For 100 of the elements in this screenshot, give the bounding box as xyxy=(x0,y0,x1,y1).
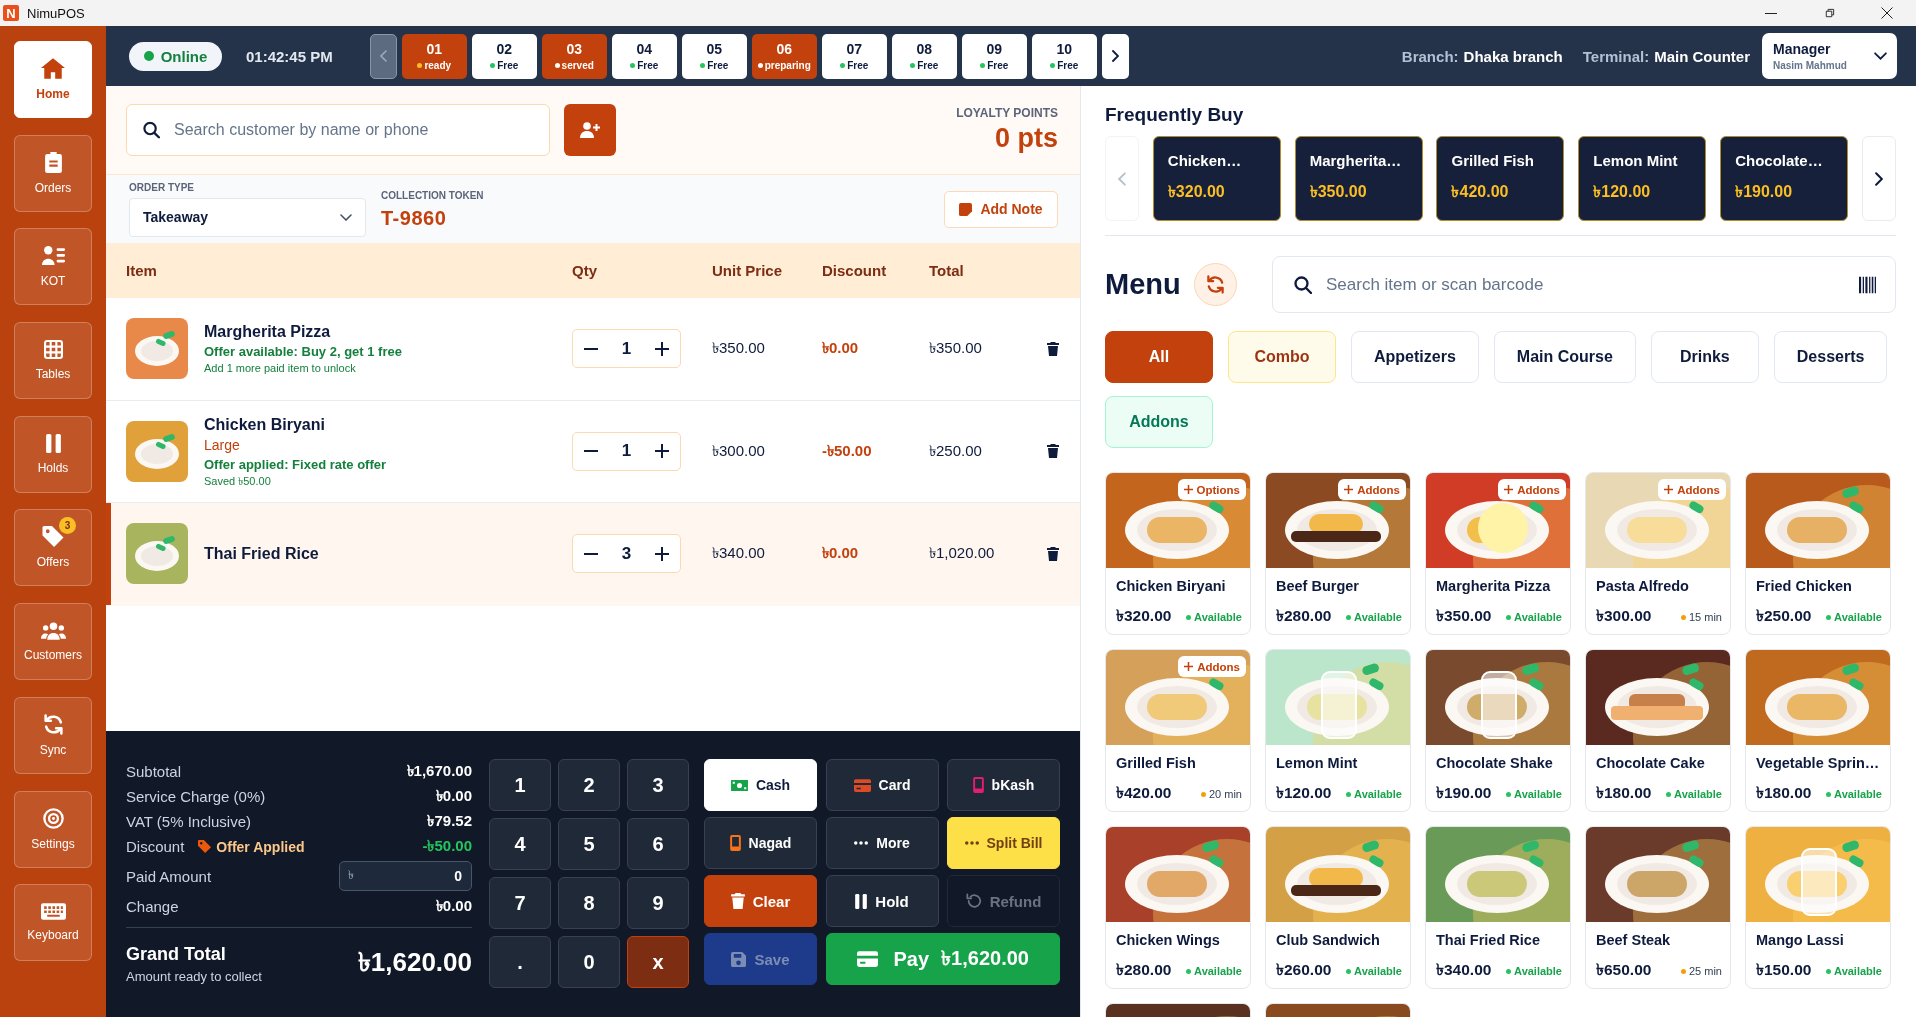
refresh-button[interactable] xyxy=(1193,263,1237,306)
table-tile[interactable]: 06 preparing xyxy=(751,33,817,79)
table-tile[interactable]: 10 Free xyxy=(1031,33,1097,79)
category-chip[interactable]: Main Course xyxy=(1493,331,1636,383)
product-card[interactable]: Fried Chicken ৳250.00 Available xyxy=(1745,472,1891,635)
keypad-key[interactable]: 4 xyxy=(489,818,551,870)
nav-item[interactable]: Orders xyxy=(14,134,92,212)
keypad-key[interactable]: 0 xyxy=(558,936,620,988)
keypad-key[interactable]: 9 xyxy=(627,877,689,929)
product-card[interactable]: Chicken Wings ৳280.00 Available xyxy=(1105,826,1251,989)
product-card[interactable]: Club Sandwich ৳260.00 Available xyxy=(1265,826,1411,989)
delete-key[interactable]: x xyxy=(627,936,689,988)
options-button[interactable]: Options xyxy=(1177,479,1246,500)
product-card[interactable]: Chocolate Shake ৳190.00 Available xyxy=(1425,649,1571,812)
delete-button[interactable] xyxy=(1046,340,1060,357)
scroll-right-button[interactable] xyxy=(1101,33,1129,79)
product-card[interactable]: Thai Fried Rice ৳340.00 Available xyxy=(1425,826,1571,989)
options-button[interactable]: Addons xyxy=(1658,479,1726,500)
nav-item[interactable]: 3 Offers xyxy=(14,509,92,587)
product-card[interactable]: Mango Lassi ৳150.00 Available xyxy=(1745,826,1891,989)
table-tile[interactable]: 07 Free xyxy=(821,33,887,79)
order-row[interactable]: Thai Fried Rice 3 ৳340.00 ৳0.00 ৳1,020.00 xyxy=(106,503,1080,606)
grand-total-note: Amount ready to collect xyxy=(126,969,262,984)
nav-item[interactable]: Holds xyxy=(14,415,92,493)
table-tile[interactable]: 04 Free xyxy=(611,33,677,79)
nav-item[interactable]: Home xyxy=(14,41,92,118)
product-price: ৳320.00 xyxy=(1116,606,1172,626)
menu-search-field[interactable]: Search item or scan barcode xyxy=(1272,256,1896,313)
cash-button[interactable]: Cash xyxy=(704,759,817,811)
table-tile[interactable]: 05 Free xyxy=(681,33,747,79)
mobile-button[interactable]: Nagad xyxy=(704,817,817,869)
keypad-key[interactable]: 3 xyxy=(627,759,689,811)
customer-search-field[interactable]: Search customer by name or phone xyxy=(126,104,550,156)
product-card[interactable]: Chocolate Cake ৳180.00 Available xyxy=(1585,649,1731,812)
users-icon xyxy=(40,621,66,640)
mobile-button[interactable]: bKash xyxy=(947,759,1060,811)
table-tile[interactable]: 02 Free xyxy=(471,33,537,79)
table-tile[interactable]: 01 ready xyxy=(401,33,467,79)
product-card[interactable]: Addons Grilled Fish ৳420.00 20 min xyxy=(1105,649,1251,812)
app-logo: N xyxy=(3,5,19,21)
order-type-select[interactable]: Takeaway xyxy=(129,197,366,237)
frequent-item-card[interactable]: Chicken… ৳320.00 xyxy=(1152,136,1281,221)
clear-button[interactable]: Clear xyxy=(704,875,817,927)
nav-item[interactable]: Tables xyxy=(14,322,92,400)
category-chip[interactable]: Appetizers xyxy=(1351,331,1479,383)
nav-item[interactable]: Sync xyxy=(14,696,92,774)
home-icon xyxy=(41,58,65,79)
add-customer-button[interactable] xyxy=(564,104,616,156)
keypad-key[interactable]: 2 xyxy=(558,759,620,811)
keypad-key[interactable]: 8 xyxy=(558,877,620,929)
nav-item[interactable]: KOT xyxy=(14,228,92,306)
trash-icon xyxy=(1047,444,1059,459)
category-chip[interactable]: Drinks xyxy=(1650,331,1759,383)
table-tile[interactable]: 08 Free xyxy=(891,33,957,79)
product-card[interactable]: Beef Steak ৳650.00 25 min xyxy=(1585,826,1731,989)
section-title: Frequently Buy xyxy=(1105,104,1245,126)
more-button[interactable]: More xyxy=(825,817,939,869)
product-card[interactable]: Addons Margherita Pizza ৳350.00 Available xyxy=(1425,472,1571,635)
keypad-key[interactable]: 6 xyxy=(627,818,689,870)
keypad-key[interactable]: 1 xyxy=(489,759,551,811)
product-card[interactable]: Addons Pasta Alfredo ৳300.00 15 min xyxy=(1585,472,1731,635)
line-total: ৳350.00 xyxy=(929,338,983,359)
hold-button[interactable]: Hold xyxy=(825,875,939,927)
product-card[interactable]: Vegetable Sprin… ৳180.00 Available xyxy=(1745,649,1891,812)
add-note-button[interactable]: Add Note xyxy=(944,190,1058,228)
frequent-item-card[interactable]: Lemon Mint ৳120.00 xyxy=(1578,136,1707,221)
frequent-item-card[interactable]: Grilled Fish ৳420.00 xyxy=(1436,136,1565,221)
line-total: ৳250.00 xyxy=(929,440,983,461)
split-button[interactable]: Split Bill xyxy=(947,817,1060,869)
table-tile[interactable]: 09 Free xyxy=(961,33,1027,79)
status-dot-icon xyxy=(1346,791,1352,797)
product-name: Beef Burger xyxy=(1276,577,1360,596)
frequent-item-card[interactable]: Margherita… ৳350.00 xyxy=(1294,136,1423,221)
delete-button[interactable] xyxy=(1046,443,1060,460)
qty-value: 3 xyxy=(621,543,632,564)
keypad-key[interactable]: 5 xyxy=(558,818,620,870)
nav-item[interactable]: Keyboard xyxy=(14,884,92,962)
product-card[interactable]: Addons Beef Burger ৳280.00 Available xyxy=(1265,472,1411,635)
status-dot-icon xyxy=(910,62,916,68)
nav-item[interactable]: Customers xyxy=(14,603,92,681)
options-button[interactable]: Addons xyxy=(1178,656,1246,677)
options-button[interactable]: Addons xyxy=(1498,479,1566,500)
category-chip[interactable]: Desserts xyxy=(1773,331,1888,383)
category-chip[interactable]: Combo xyxy=(1228,331,1336,383)
keyboard-icon xyxy=(40,903,66,921)
options-button[interactable]: Addons xyxy=(1338,479,1406,500)
table-tile[interactable]: 03 served xyxy=(541,33,607,79)
keypad-key[interactable]: 7 xyxy=(489,877,551,929)
status-dot-icon xyxy=(554,62,560,68)
delete-button[interactable] xyxy=(1046,545,1060,562)
category-chip[interactable]: Addons xyxy=(1105,396,1213,448)
status-dot-icon xyxy=(1200,791,1206,797)
category-chip[interactable]: All xyxy=(1105,331,1213,383)
user-menu[interactable]: Manager Nasim Mahmud xyxy=(1762,33,1897,79)
frequent-item-card[interactable]: Chocolate… ৳190.00 xyxy=(1720,136,1849,221)
keypad-key[interactable]: . xyxy=(489,936,551,988)
product-card[interactable]: Options Chicken Biryani ৳320.00 Available xyxy=(1105,472,1251,635)
nav-item[interactable]: Settings xyxy=(14,790,92,868)
product-card[interactable]: Lemon Mint ৳120.00 Available xyxy=(1265,649,1411,812)
card-button[interactable]: Card xyxy=(825,759,939,811)
